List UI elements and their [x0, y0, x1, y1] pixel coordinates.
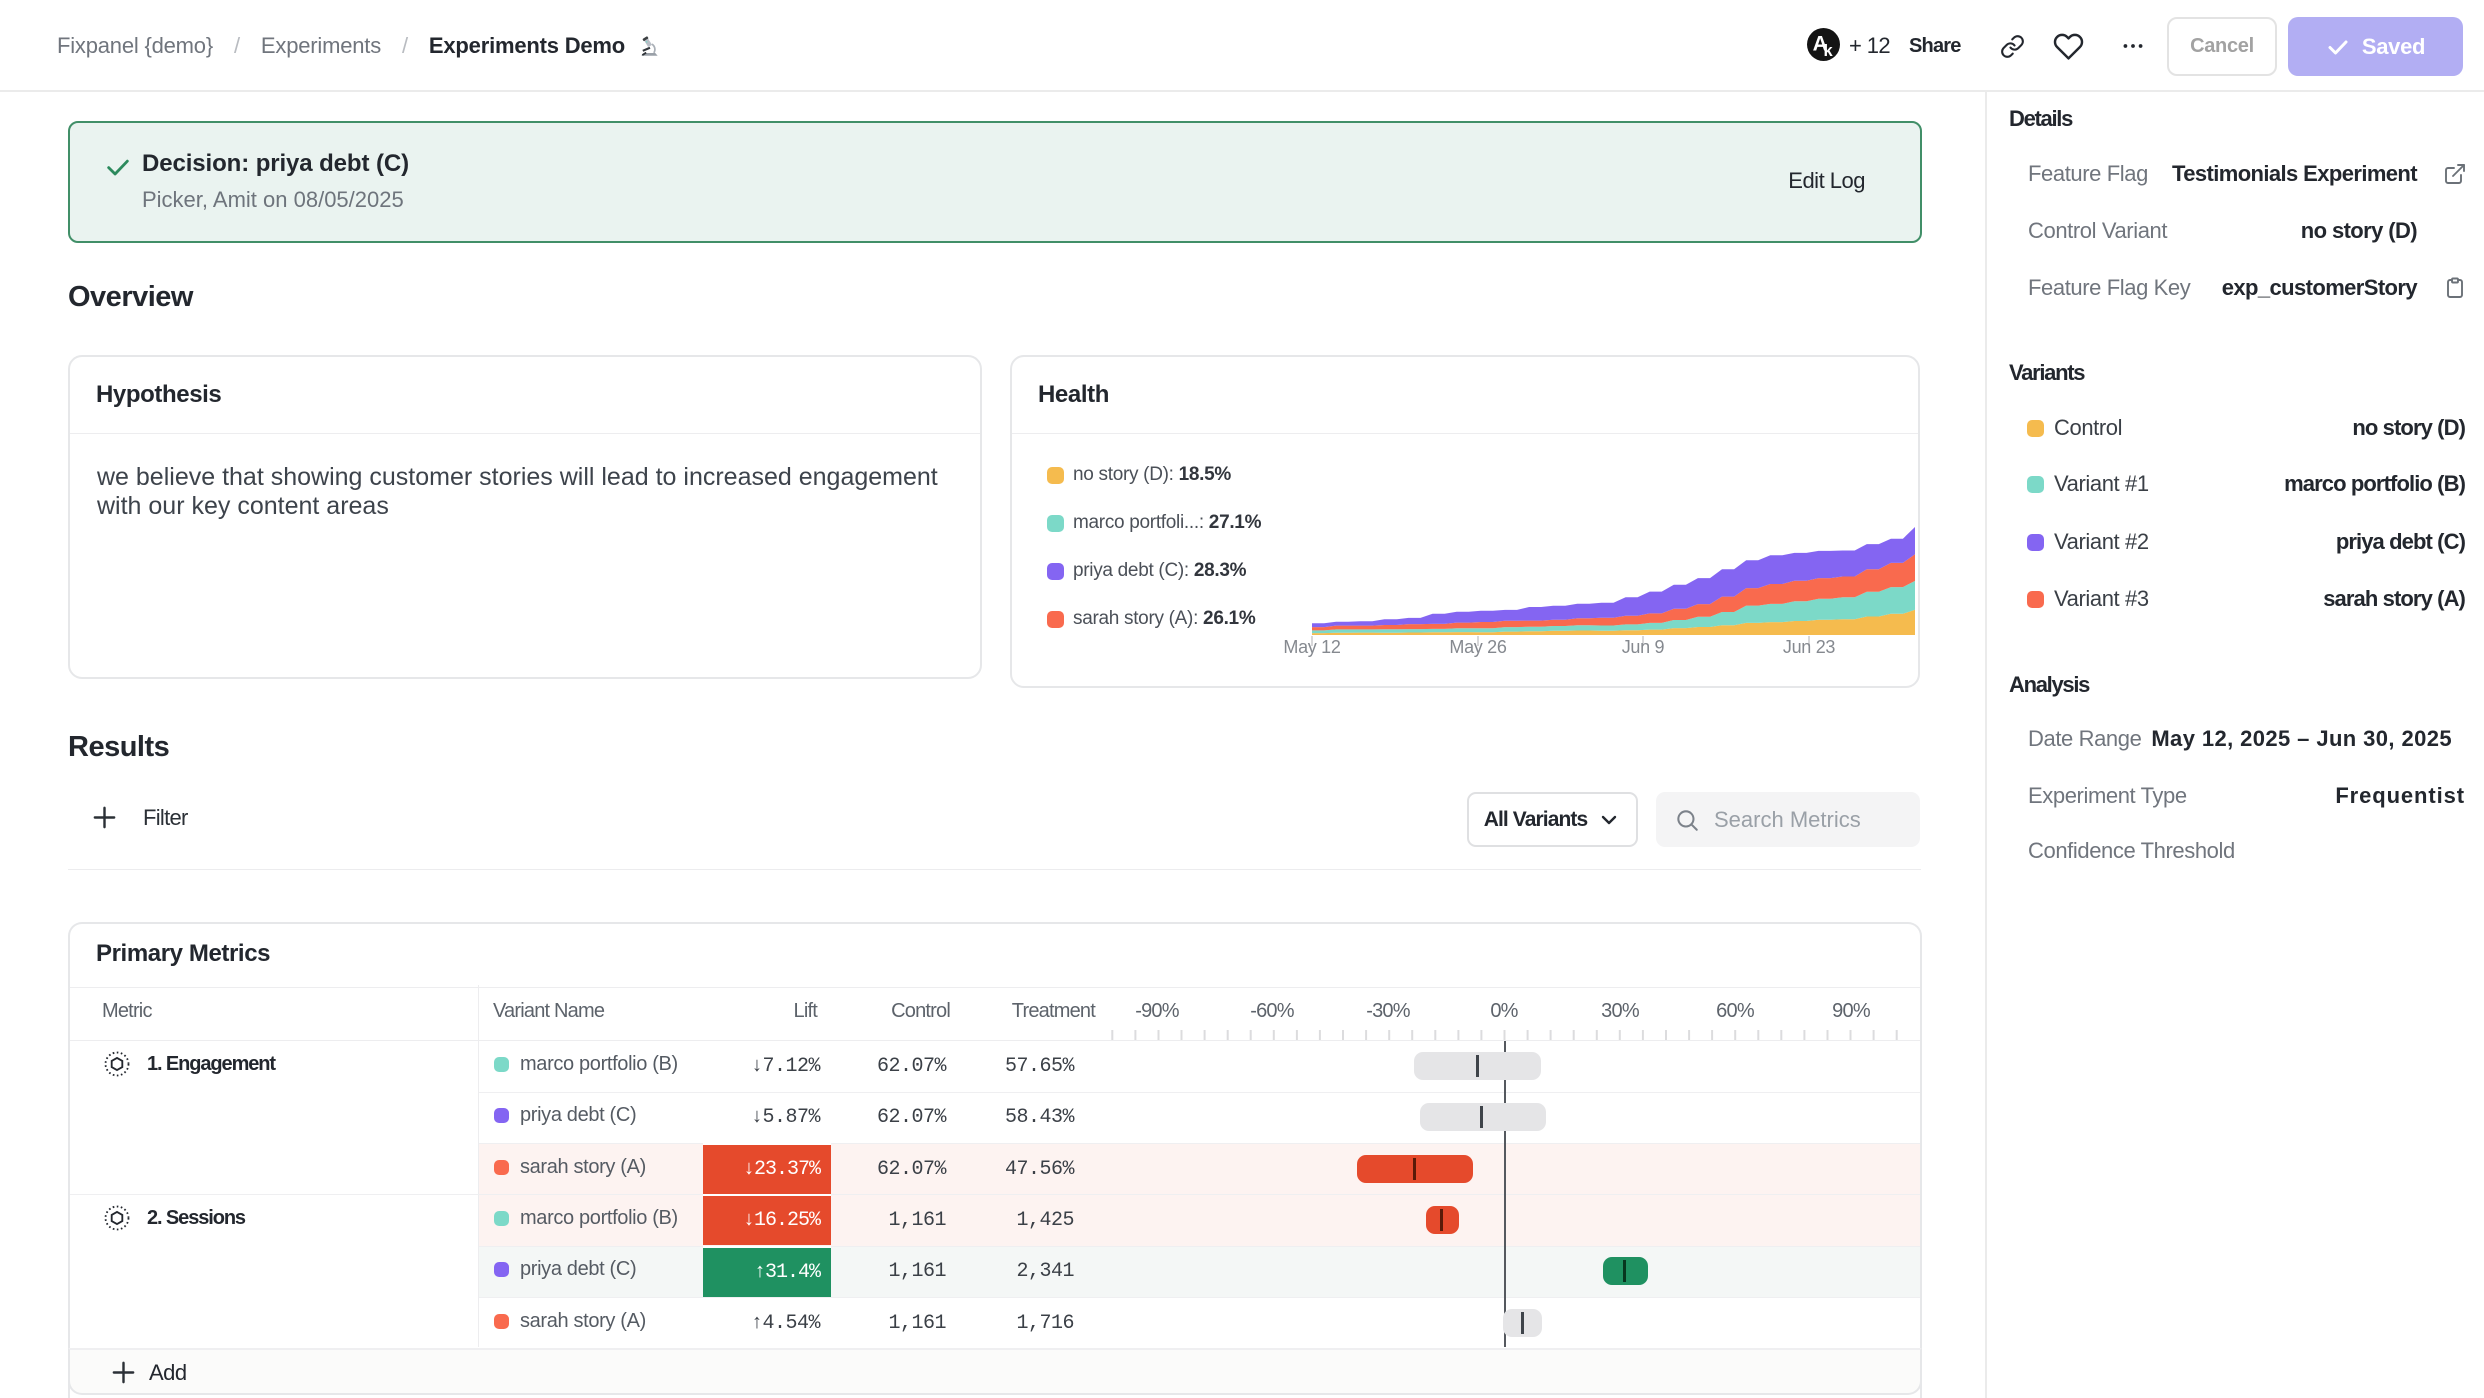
- svg-text:k: k: [1824, 42, 1834, 60]
